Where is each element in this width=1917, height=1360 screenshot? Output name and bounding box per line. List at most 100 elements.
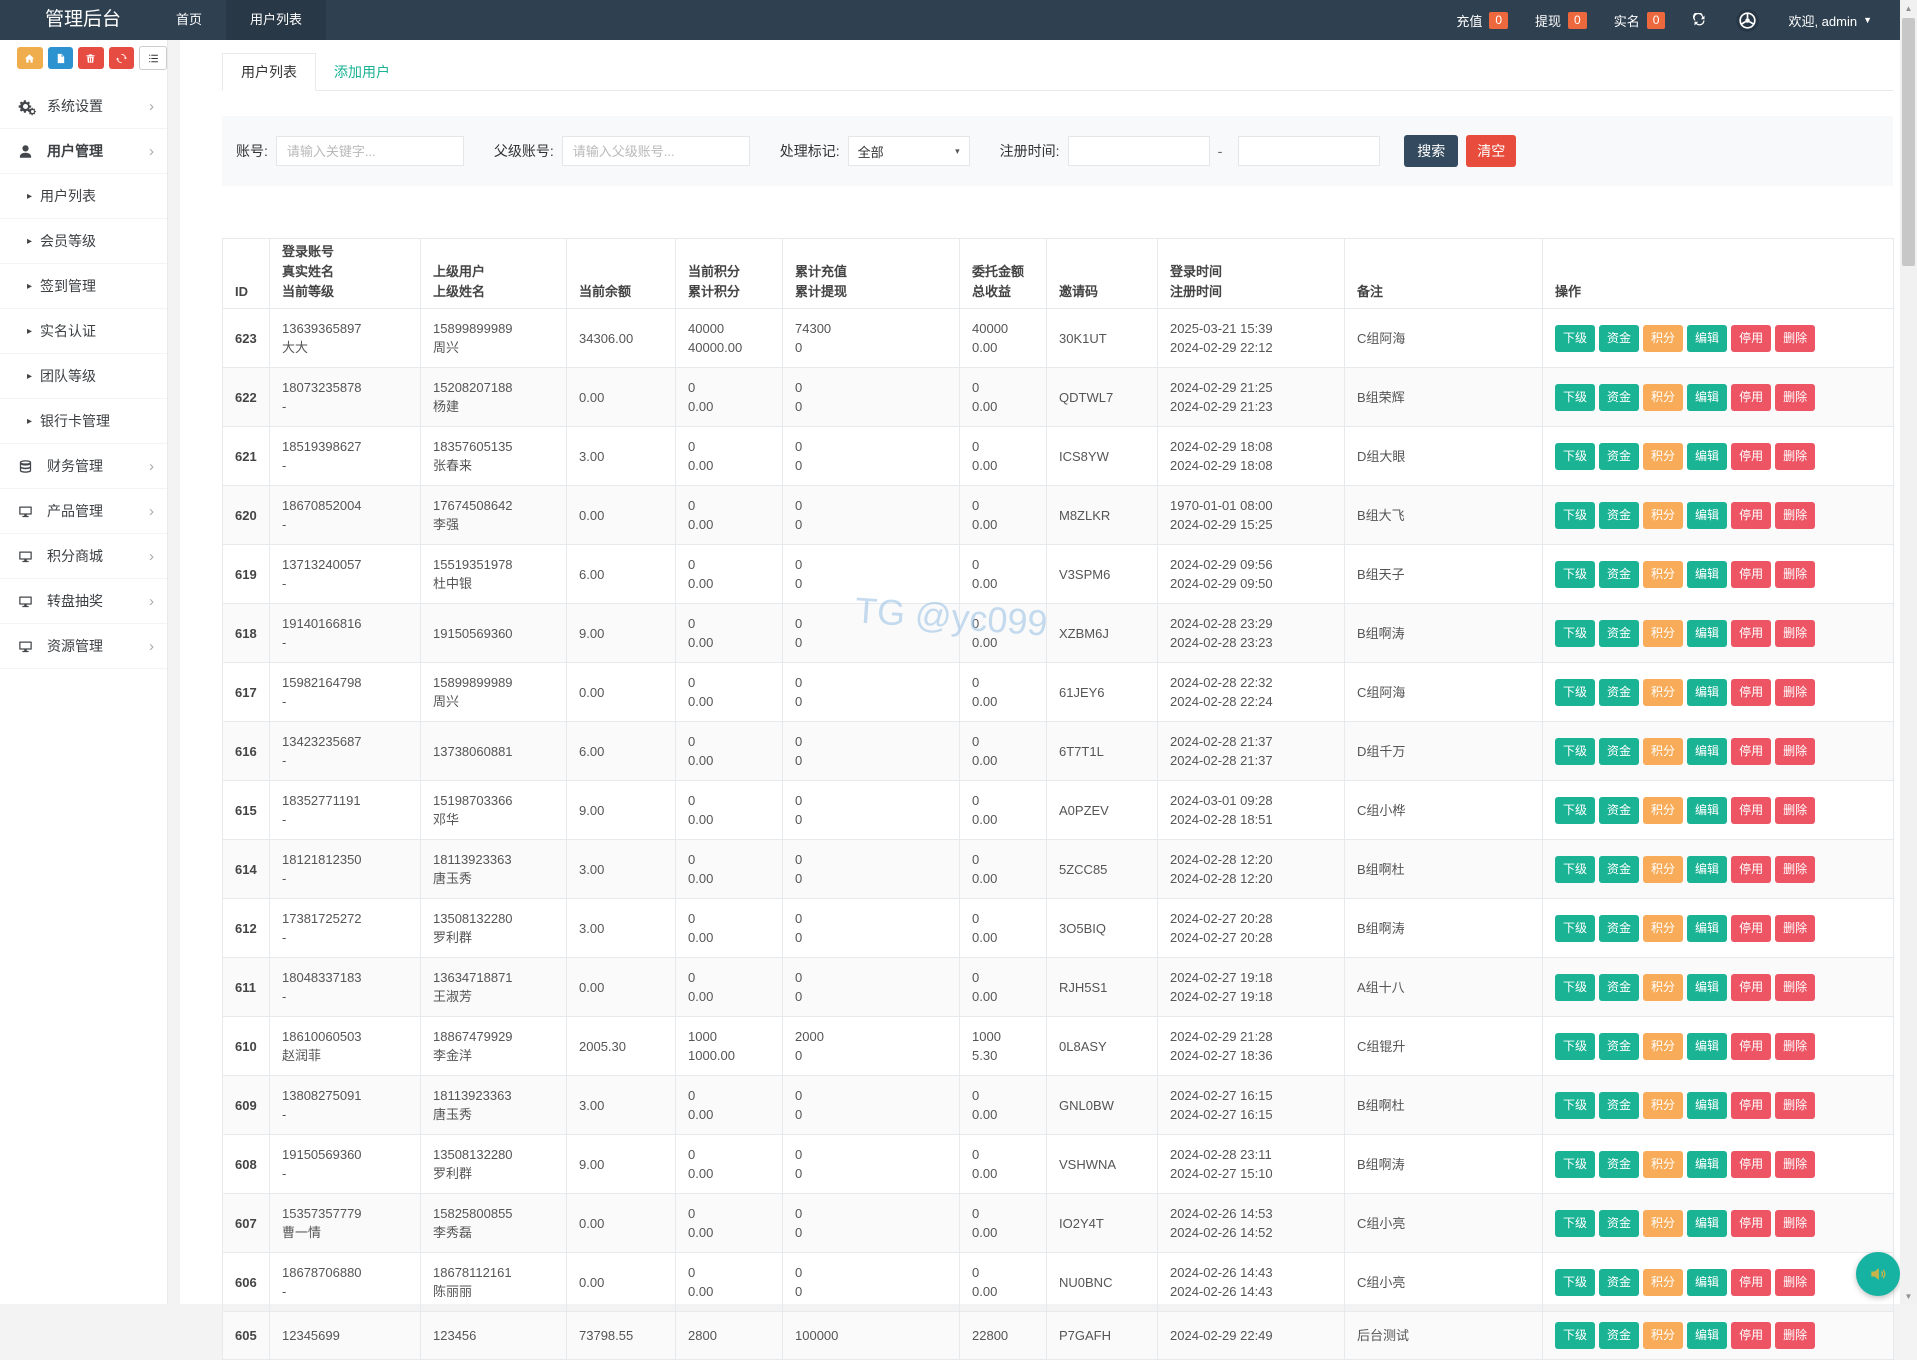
action-button[interactable]: 资金 xyxy=(1599,1322,1640,1349)
action-button[interactable]: 编辑 xyxy=(1687,442,1728,470)
action-button[interactable]: 删除 xyxy=(1775,324,1816,352)
action-button[interactable]: 删除 xyxy=(1775,678,1816,706)
action-button[interactable]: 删除 xyxy=(1775,383,1816,411)
action-button[interactable]: 下级 xyxy=(1555,442,1596,470)
action-button[interactable]: 停用 xyxy=(1731,678,1772,706)
action-button[interactable]: 资金 xyxy=(1599,1209,1640,1237)
action-button[interactable]: 资金 xyxy=(1599,1091,1640,1119)
action-button[interactable]: 下级 xyxy=(1555,501,1596,529)
action-button[interactable]: 积分 xyxy=(1643,383,1684,411)
action-button[interactable]: 编辑 xyxy=(1687,914,1728,942)
sidebar-item[interactable]: ▸ 用户列表 › xyxy=(0,174,167,219)
action-button[interactable]: 编辑 xyxy=(1687,560,1728,588)
tab-user-list[interactable]: 用户列表 xyxy=(222,53,316,91)
nav-badge[interactable]: 充值 0 xyxy=(1456,11,1509,30)
action-button[interactable]: 积分 xyxy=(1643,855,1684,883)
action-button[interactable]: 下级 xyxy=(1555,737,1596,765)
action-button[interactable]: 积分 xyxy=(1643,678,1684,706)
action-button[interactable]: 编辑 xyxy=(1687,1091,1728,1119)
action-button[interactable]: 资金 xyxy=(1599,1032,1640,1060)
nav-tab[interactable]: 用户列表 xyxy=(226,0,327,40)
sidebar-item[interactable]: ▸ 产品管理 › xyxy=(0,489,167,534)
action-button[interactable]: 积分 xyxy=(1643,1032,1684,1060)
sidebar-item[interactable]: ▸ 资源管理 › xyxy=(0,624,167,669)
action-button[interactable]: 积分 xyxy=(1643,796,1684,824)
sidebar-item[interactable]: ▸ 实名认证 › xyxy=(0,309,167,354)
action-button[interactable]: 停用 xyxy=(1731,501,1772,529)
nav-badge[interactable]: 实名 0 xyxy=(1614,11,1666,30)
action-button[interactable]: 编辑 xyxy=(1687,619,1728,647)
nav-badge[interactable]: 提现 0 xyxy=(1535,11,1587,30)
action-button[interactable]: 删除 xyxy=(1775,1032,1816,1060)
action-button[interactable]: 下级 xyxy=(1555,1268,1596,1296)
action-button[interactable]: 删除 xyxy=(1775,1150,1816,1178)
action-button[interactable]: 停用 xyxy=(1731,1032,1772,1060)
action-button[interactable]: 资金 xyxy=(1599,560,1640,588)
action-button[interactable]: 积分 xyxy=(1643,737,1684,765)
action-button[interactable]: 删除 xyxy=(1775,619,1816,647)
action-button[interactable]: 积分 xyxy=(1643,442,1684,470)
action-button[interactable]: 下级 xyxy=(1555,1209,1596,1237)
action-button[interactable]: 积分 xyxy=(1643,1209,1684,1237)
sidebar-item[interactable]: ▸ 积分商城 › xyxy=(0,534,167,579)
refresh-icon[interactable] xyxy=(1692,12,1707,28)
action-button[interactable]: 下级 xyxy=(1555,324,1596,352)
sidebar-item[interactable]: ▸ 团队等级 › xyxy=(0,354,167,399)
action-button[interactable]: 下级 xyxy=(1555,796,1596,824)
sidebar-item[interactable]: ▸ 转盘抽奖 › xyxy=(0,579,167,624)
action-button[interactable]: 编辑 xyxy=(1687,737,1728,765)
action-button[interactable]: 积分 xyxy=(1643,1322,1684,1349)
action-button[interactable]: 停用 xyxy=(1731,1209,1772,1237)
action-button[interactable]: 积分 xyxy=(1643,560,1684,588)
action-button[interactable]: 停用 xyxy=(1731,737,1772,765)
action-button[interactable]: 编辑 xyxy=(1687,383,1728,411)
action-button[interactable]: 停用 xyxy=(1731,914,1772,942)
action-button[interactable]: 资金 xyxy=(1599,501,1640,529)
sidebar-item[interactable]: ▸ 系统设置 › xyxy=(0,84,167,129)
action-button[interactable]: 删除 xyxy=(1775,560,1816,588)
action-button[interactable]: 编辑 xyxy=(1687,796,1728,824)
action-button[interactable]: 编辑 xyxy=(1687,1150,1728,1178)
action-button[interactable]: 停用 xyxy=(1731,324,1772,352)
toolbar-button[interactable] xyxy=(108,47,135,69)
user-menu[interactable]: 欢迎, admin ▼ xyxy=(1788,11,1872,30)
action-button[interactable]: 编辑 xyxy=(1687,1322,1728,1349)
action-button[interactable]: 下级 xyxy=(1555,914,1596,942)
floating-sound-button[interactable] xyxy=(1856,1252,1900,1296)
account-input[interactable] xyxy=(275,136,464,166)
action-button[interactable]: 资金 xyxy=(1599,973,1640,1001)
action-button[interactable]: 资金 xyxy=(1599,737,1640,765)
action-button[interactable]: 删除 xyxy=(1775,973,1816,1001)
action-button[interactable]: 积分 xyxy=(1643,1150,1684,1178)
action-button[interactable]: 编辑 xyxy=(1687,324,1728,352)
page-scrollbar[interactable]: ▲ ▼ xyxy=(1900,0,1917,1304)
action-button[interactable]: 资金 xyxy=(1599,1150,1640,1178)
toolbar-button[interactable] xyxy=(47,47,74,69)
action-button[interactable]: 资金 xyxy=(1599,1268,1640,1296)
action-button[interactable]: 编辑 xyxy=(1687,973,1728,1001)
action-button[interactable]: 下级 xyxy=(1555,1032,1596,1060)
action-button[interactable]: 下级 xyxy=(1555,383,1596,411)
action-button[interactable]: 删除 xyxy=(1775,737,1816,765)
clear-button[interactable]: 清空 xyxy=(1466,135,1517,167)
action-button[interactable]: 停用 xyxy=(1731,1322,1772,1349)
action-button[interactable]: 编辑 xyxy=(1687,1032,1728,1060)
action-button[interactable]: 删除 xyxy=(1775,1322,1816,1349)
action-button[interactable]: 积分 xyxy=(1643,1091,1684,1119)
action-button[interactable]: 资金 xyxy=(1599,442,1640,470)
tab-add-user[interactable]: 添加用户 xyxy=(316,54,408,90)
action-button[interactable]: 积分 xyxy=(1643,501,1684,529)
action-button[interactable]: 删除 xyxy=(1775,1091,1816,1119)
avatar[interactable] xyxy=(1734,7,1761,34)
toolbar-button[interactable] xyxy=(139,46,167,70)
action-button[interactable]: 资金 xyxy=(1599,855,1640,883)
action-button[interactable]: 删除 xyxy=(1775,1209,1816,1237)
action-button[interactable]: 下级 xyxy=(1555,678,1596,706)
action-button[interactable]: 停用 xyxy=(1731,796,1772,824)
action-button[interactable]: 停用 xyxy=(1731,1091,1772,1119)
regtime-end-input[interactable] xyxy=(1238,136,1381,166)
search-button[interactable]: 搜索 xyxy=(1404,135,1459,167)
sidebar-item[interactable]: ▸ 财务管理 › xyxy=(0,444,167,489)
action-button[interactable]: 停用 xyxy=(1731,383,1772,411)
action-button[interactable]: 编辑 xyxy=(1687,678,1728,706)
